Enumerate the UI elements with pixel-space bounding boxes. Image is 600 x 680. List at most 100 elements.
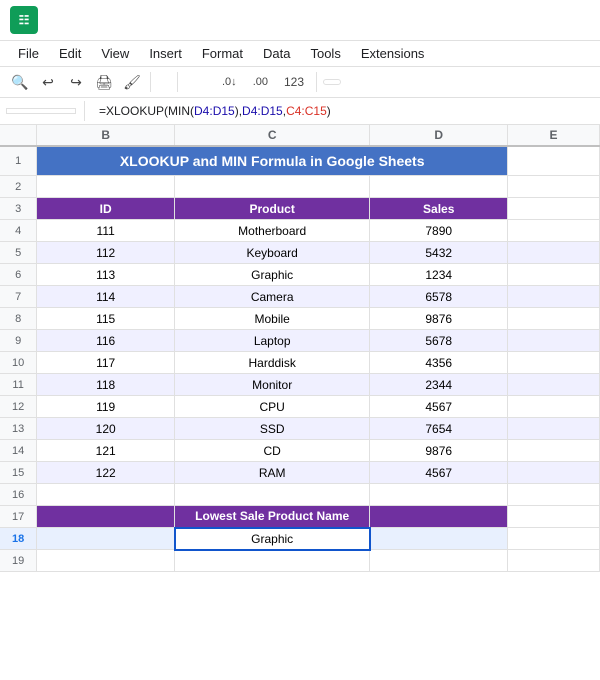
table-row: 19 [0, 550, 600, 572]
spreadsheet: B C D E 1XLOOKUP and MIN Formula in Goog… [0, 125, 600, 572]
redo-btn[interactable]: ↪ [64, 70, 88, 94]
empty-cell [508, 352, 600, 374]
menu-data[interactable]: Data [255, 43, 298, 64]
title-cell: XLOOKUP and MIN Formula in Google Sheets [37, 146, 508, 176]
toolbar: 🔍 ↩ ↪ 🖨 🖌 .0↓ .00 123 [0, 67, 600, 98]
col-header-b[interactable]: B [37, 125, 175, 146]
search-toolbar-btn[interactable]: 🔍 [8, 70, 32, 94]
cell-sales[interactable]: 6578 [370, 286, 508, 308]
cell-product[interactable]: Camera [175, 286, 370, 308]
cell-product[interactable]: Laptop [175, 330, 370, 352]
empty-cell [175, 550, 370, 572]
paint-format-btn[interactable]: 🖌 [120, 70, 144, 94]
menu-extensions[interactable]: Extensions [353, 43, 433, 64]
cell-id[interactable]: 117 [37, 352, 175, 374]
cell-sales[interactable]: 4356 [370, 352, 508, 374]
empty-cell [508, 146, 600, 176]
row-number: 18 [0, 528, 37, 550]
cell-product[interactable]: SSD [175, 418, 370, 440]
row-number: 17 [0, 506, 37, 528]
formula-d4-ref: D4:D15 [194, 104, 235, 118]
empty-cell [508, 374, 600, 396]
cell-sales[interactable]: 4567 [370, 396, 508, 418]
font-selector[interactable] [323, 79, 341, 85]
cell-product[interactable]: Keyboard [175, 242, 370, 264]
empty-cell [508, 308, 600, 330]
dec-incr-btn[interactable]: .00 [247, 74, 274, 90]
result-value-d[interactable] [370, 528, 508, 550]
cell-sales[interactable]: 2344 [370, 374, 508, 396]
row-number: 4 [0, 220, 37, 242]
cell-product[interactable]: Mobile [175, 308, 370, 330]
formula-input[interactable]: =XLOOKUP(MIN(D4:D15),D4:D15,C4:C15) [99, 104, 594, 118]
cell-sales[interactable]: 7890 [370, 220, 508, 242]
table-row: 2 [0, 176, 600, 198]
cell-product[interactable]: Harddisk [175, 352, 370, 374]
menu-file[interactable]: File [10, 43, 47, 64]
col-header-d[interactable]: D [370, 125, 508, 146]
table-row: 17 Lowest Sale Product Name [0, 506, 600, 528]
cell-id[interactable]: 116 [37, 330, 175, 352]
cell-product[interactable]: Monitor [175, 374, 370, 396]
menu-view[interactable]: View [93, 43, 137, 64]
formula-sep [84, 101, 85, 121]
cell-sales[interactable]: 5432 [370, 242, 508, 264]
toolbar-sep-1 [150, 72, 151, 92]
result-header-label: Lowest Sale Product Name [175, 506, 370, 528]
cell-sales[interactable]: 1234 [370, 264, 508, 286]
result-value-b[interactable] [37, 528, 175, 550]
row-number: 12 [0, 396, 37, 418]
formula-c4-ref: C4:C15 [286, 104, 327, 118]
cell-id[interactable]: 120 [37, 418, 175, 440]
num-format-btn[interactable]: 123 [278, 73, 310, 91]
cell-id[interactable]: 121 [37, 440, 175, 462]
cell-reference[interactable] [6, 108, 76, 114]
menu-bar: File Edit View Insert Format Data Tools … [0, 41, 600, 67]
menu-insert[interactable]: Insert [141, 43, 190, 64]
undo-btn[interactable]: ↩ [36, 70, 60, 94]
percent-btn[interactable] [200, 80, 212, 84]
table-row: 8115Mobile9876 [0, 308, 600, 330]
cell-sales[interactable]: 7654 [370, 418, 508, 440]
empty-cell [370, 484, 508, 506]
empty-cell [508, 418, 600, 440]
cell-product[interactable]: RAM [175, 462, 370, 484]
menu-edit[interactable]: Edit [51, 43, 89, 64]
cell-id[interactable]: 111 [37, 220, 175, 242]
cell-sales[interactable]: 9876 [370, 440, 508, 462]
cell-id[interactable]: 118 [37, 374, 175, 396]
table-row: 3IDProductSales [0, 198, 600, 220]
row-number: 5 [0, 242, 37, 264]
print-btn[interactable]: 🖨 [92, 70, 116, 94]
table-row: 14121CD9876 [0, 440, 600, 462]
empty-cell [175, 176, 370, 198]
empty-cell [508, 462, 600, 484]
empty-cell [508, 528, 600, 550]
result-value-cell[interactable]: Graphic [175, 528, 370, 550]
cell-product[interactable]: CPU [175, 396, 370, 418]
cell-sales[interactable]: 4567 [370, 462, 508, 484]
cell-sales[interactable]: 9876 [370, 308, 508, 330]
row-number: 1 [0, 146, 37, 176]
dec-decr-btn[interactable]: .0↓ [216, 74, 243, 90]
dollar-btn[interactable] [184, 80, 196, 84]
cell-id[interactable]: 119 [37, 396, 175, 418]
table-row: 11118Monitor2344 [0, 374, 600, 396]
menu-tools[interactable]: Tools [302, 43, 348, 64]
cell-id[interactable]: 112 [37, 242, 175, 264]
cell-id[interactable]: 115 [37, 308, 175, 330]
cell-id[interactable]: 114 [37, 286, 175, 308]
cell-product[interactable]: Graphic [175, 264, 370, 286]
zoom-control[interactable] [157, 80, 171, 84]
cell-sales[interactable]: 5678 [370, 330, 508, 352]
table-row: 10117Harddisk4356 [0, 352, 600, 374]
table-row: 13120SSD7654 [0, 418, 600, 440]
cell-id[interactable]: 113 [37, 264, 175, 286]
cell-id[interactable]: 122 [37, 462, 175, 484]
menu-format[interactable]: Format [194, 43, 251, 64]
col-header-c[interactable]: C [175, 125, 370, 146]
cell-product[interactable]: CD [175, 440, 370, 462]
col-header-e[interactable]: E [508, 125, 600, 146]
cell-product[interactable]: Motherboard [175, 220, 370, 242]
row-number: 11 [0, 374, 37, 396]
